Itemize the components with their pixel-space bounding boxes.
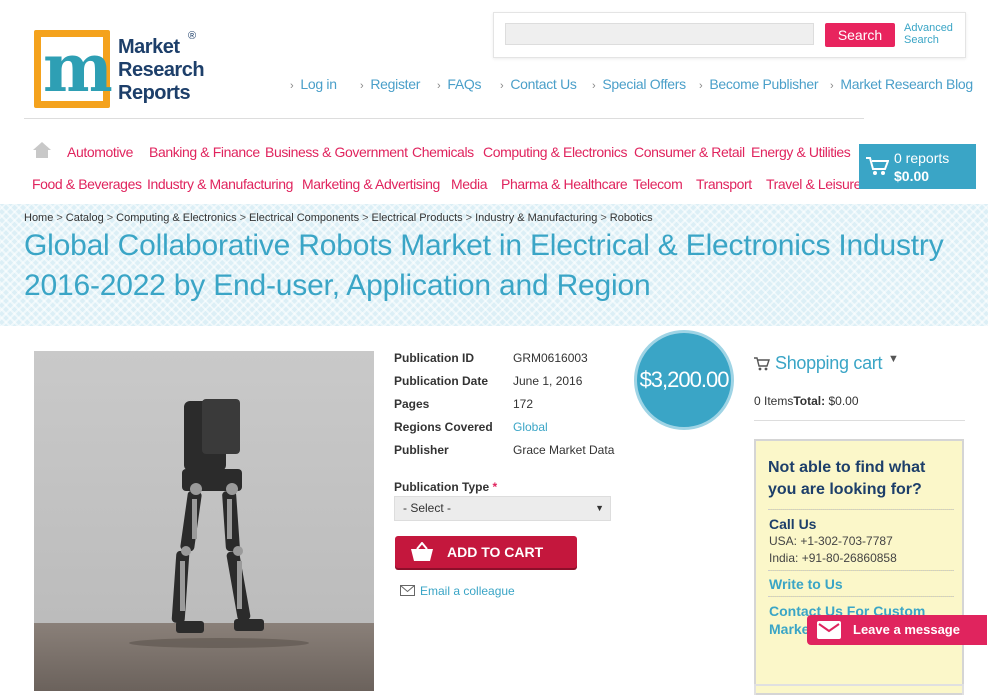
cart-icon	[754, 357, 770, 371]
nav-consumer-retail[interactable]: Consumer & Retail	[634, 144, 745, 160]
breadcrumb-computing[interactable]: Computing & Electronics	[116, 212, 236, 224]
special-offers-link[interactable]: Special Offers	[592, 76, 686, 92]
breadcrumb-home[interactable]: Home	[24, 212, 53, 224]
write-to-us-link[interactable]: Write to Us	[769, 576, 843, 592]
nav-banking-finance[interactable]: Banking & Finance	[149, 144, 260, 160]
cart-summary: 0 ItemsTotal: $0.00	[754, 394, 859, 408]
add-to-cart-button[interactable]: ADD TO CART	[395, 536, 577, 568]
nav-pharma-healthcare[interactable]: Pharma & Healthcare	[501, 176, 628, 192]
sidebar-box	[754, 684, 964, 695]
price-badge: $3,200.00	[634, 330, 734, 430]
nav-travel-leisure[interactable]: Travel & Leisure	[766, 176, 861, 192]
contact-us-link[interactable]: Contact Us	[500, 76, 577, 92]
dropdown-arrow-icon: ▼	[595, 503, 604, 513]
login-link[interactable]: Log in	[290, 76, 337, 92]
breadcrumb-electrical-products[interactable]: Electrical Products	[372, 212, 463, 224]
nav-business-government[interactable]: Business & Government	[265, 144, 408, 160]
help-box: Not able to find what you are looking fo…	[754, 439, 964, 695]
blog-link[interactable]: Market Research Blog	[830, 76, 973, 92]
register-link[interactable]: Register	[360, 76, 420, 92]
become-publisher-link[interactable]: Become Publisher	[699, 76, 818, 92]
cart-count: 0 reports	[894, 150, 950, 166]
advanced-search-link[interactable]: Advanced Search	[904, 22, 953, 46]
leave-message-button[interactable]: Leave a message	[807, 615, 987, 645]
nav-transport[interactable]: Transport	[696, 176, 752, 192]
nav-energy-utilities[interactable]: Energy & Utilities	[751, 144, 851, 160]
envelope-icon	[817, 621, 841, 639]
exoskeleton-image	[129, 399, 309, 648]
logo-text: Market Research Reports	[118, 36, 205, 104]
region-link[interactable]: Global	[513, 420, 548, 434]
breadcrumb-industry[interactable]: Industry & Manufacturing	[475, 212, 597, 224]
product-image	[34, 351, 374, 691]
breadcrumb-catalog[interactable]: Catalog	[66, 212, 104, 224]
breadcrumb-electrical-components[interactable]: Electrical Components	[249, 212, 359, 224]
page-title: Global Collaborative Robots Market in El…	[24, 229, 944, 302]
header-divider	[24, 118, 864, 119]
chevron-down-icon[interactable]: ▼	[888, 353, 899, 365]
nav-automotive[interactable]: Automotive	[67, 144, 133, 160]
home-icon[interactable]	[33, 142, 51, 158]
nav-marketing-advertising[interactable]: Marketing & Advertising	[302, 176, 440, 192]
nav-chemicals[interactable]: Chemicals	[412, 144, 474, 160]
phone-india: India: +91-80-26860858	[769, 551, 897, 565]
site-logo[interactable]: m Market Research Reports ®	[34, 29, 214, 110]
nav-media[interactable]: Media	[451, 176, 488, 192]
faqs-link[interactable]: FAQs	[437, 76, 481, 92]
nav-food-beverages[interactable]: Food & Beverages	[32, 176, 142, 192]
search-button[interactable]: Search	[825, 23, 895, 47]
search-panel: Search Advanced Search	[493, 12, 966, 58]
publication-type-label: Publication Type *	[394, 480, 498, 494]
envelope-icon	[400, 585, 415, 596]
breadcrumb: Home > Catalog > Computing & Electronics > Ele…	[24, 212, 653, 224]
nav-industry-manufacturing[interactable]: Industry & Manufacturing	[147, 176, 293, 192]
logo-mark: m	[34, 29, 113, 108]
header-cart[interactable]: 0 reports $0.00	[859, 144, 976, 189]
publication-type-select[interactable]: - Select - ▼	[394, 496, 611, 521]
breadcrumb-robotics[interactable]: Robotics	[610, 212, 653, 224]
cart-icon	[866, 157, 889, 175]
sidebar-divider	[754, 420, 965, 421]
phone-usa: USA: +1-302-703-7787	[769, 534, 893, 548]
call-us-heading: Call Us	[769, 516, 817, 532]
cart-total: $0.00	[894, 168, 930, 184]
nav-computing-electronics[interactable]: Computing & Electronics	[483, 144, 627, 160]
search-input[interactable]	[505, 23, 814, 45]
basket-icon	[411, 542, 433, 561]
nav-telecom[interactable]: Telecom	[633, 176, 683, 192]
registered-mark: ®	[188, 30, 197, 42]
help-question: Not able to find what you are looking fo…	[768, 459, 926, 498]
